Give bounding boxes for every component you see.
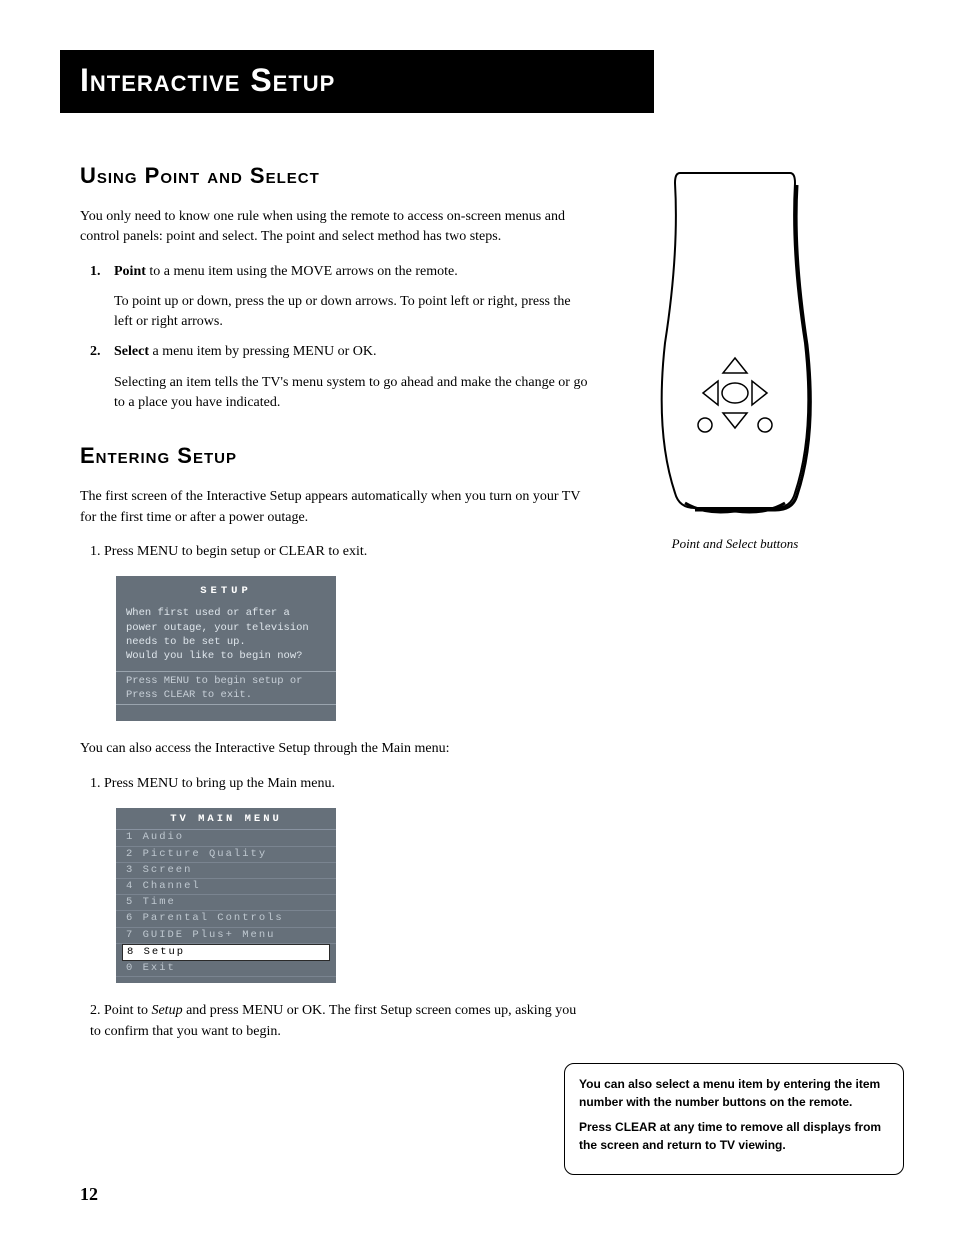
section-heading-point-select: Using Point and Select xyxy=(80,163,590,189)
sidebar-column: Point and Select buttons xyxy=(620,153,850,1056)
menu-item: 4 Channel xyxy=(116,879,336,895)
chapter-title-bar: Interactive Setup xyxy=(60,50,654,113)
remote-figure: Point and Select buttons xyxy=(620,163,850,552)
menu-title: TV MAIN MENU xyxy=(116,808,336,830)
section1-intro: You only need to know one rule when usin… xyxy=(80,207,590,248)
section2-step1: 1. Press MENU to begin setup or CLEAR to… xyxy=(90,542,590,562)
step-point: 1. Point to a menu item using the MOVE a… xyxy=(90,262,590,333)
chapter-title: Interactive Setup xyxy=(80,62,634,99)
setup-screen-body: When first used or after a power outage,… xyxy=(116,604,336,671)
figure-caption: Point and Select buttons xyxy=(620,536,850,552)
menu-item: 6 Parental Controls xyxy=(116,911,336,927)
tip-callout-box: You can also select a menu item by enter… xyxy=(564,1063,904,1175)
menu-item: 5 Time xyxy=(116,895,336,911)
tv-main-menu-screen: TV MAIN MENU 1 Audio2 Picture Quality3 S… xyxy=(116,808,336,983)
menu-item: 7 GUIDE Plus+ Menu xyxy=(116,928,336,944)
tip-line-1: You can also select a menu item by enter… xyxy=(579,1076,889,1111)
point-select-steps: 1. Point to a menu item using the MOVE a… xyxy=(90,262,590,414)
page-number: 12 xyxy=(80,1184,98,1205)
setup-screen-title: SETUP xyxy=(116,584,336,598)
menu-item: 0 Exit xyxy=(116,961,336,977)
menu-item: 2 Picture Quality xyxy=(116,847,336,863)
setup-screen-hint: Press MENU to begin setup or Press CLEAR… xyxy=(116,671,336,705)
setup-screen: SETUP When first used or after a power o… xyxy=(116,576,336,721)
remote-control-icon xyxy=(645,163,825,523)
menu-item: 1 Audio xyxy=(116,830,336,846)
menu-item: 3 Screen xyxy=(116,863,336,879)
step-select: 2. Select a menu item by pressing MENU o… xyxy=(90,342,590,413)
tip-line-2: Press CLEAR at any time to remove all di… xyxy=(579,1119,889,1154)
section2-after1: You can also access the Interactive Setu… xyxy=(80,739,590,759)
section2-intro: The first screen of the Interactive Setu… xyxy=(80,487,590,528)
section2-step2: 2. Point to Setup and press MENU or OK. … xyxy=(90,1001,590,1042)
menu-item: 8 Setup xyxy=(122,944,330,961)
main-text-column: Using Point and Select You only need to … xyxy=(80,153,590,1056)
section2-step1b: 1. Press MENU to bring up the Main menu. xyxy=(90,774,590,794)
section-heading-entering-setup: Entering Setup xyxy=(80,443,590,469)
